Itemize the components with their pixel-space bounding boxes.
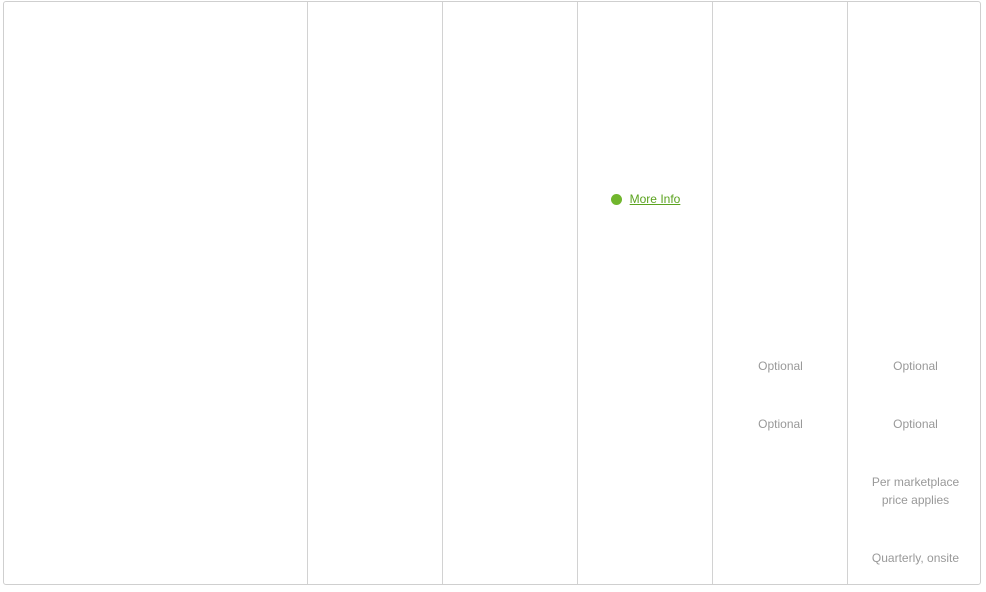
more-info-link-group[interactable]: More Info (578, 189, 713, 209)
cell-optional: Optional (893, 359, 938, 373)
green-dot-icon (610, 193, 622, 205)
comparison-table: More Info Optional Optional Optional Opt… (3, 1, 981, 585)
plan-column-4: Optional Optional (712, 2, 848, 584)
cell-frequency: Quarterly, onsite (871, 551, 960, 565)
cell-optional: Optional (758, 359, 803, 373)
cell-price-line-1: Per marketplace (871, 475, 960, 489)
cell-price-line-2: price applies (881, 493, 950, 507)
plan-column-5: Optional Optional Per marketplace price … (847, 2, 980, 584)
cell-optional: Optional (758, 417, 803, 431)
plan-column-3: More Info (577, 2, 713, 584)
feature-label-column (4, 2, 307, 584)
more-info-link[interactable]: More Info (630, 190, 681, 208)
plan-column-2 (442, 2, 578, 584)
plan-column-1 (307, 2, 443, 584)
cell-optional: Optional (893, 417, 938, 431)
